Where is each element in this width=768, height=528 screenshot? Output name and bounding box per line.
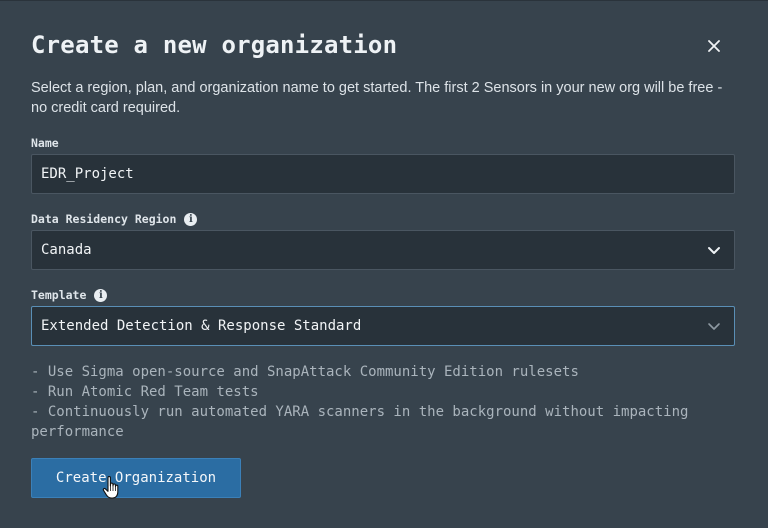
chevron-down-icon xyxy=(708,247,720,254)
name-label: Name xyxy=(31,136,59,150)
close-button[interactable] xyxy=(702,34,726,58)
template-note: - Use Sigma open-source and SnapAttack C… xyxy=(31,364,579,380)
region-select-value: Canada xyxy=(41,242,92,258)
info-icon[interactable]: i xyxy=(94,288,108,302)
name-input[interactable]: EDR_Project xyxy=(31,154,735,194)
template-note: - Continuously run automated YARA scanne… xyxy=(31,404,689,440)
close-icon xyxy=(708,40,720,52)
name-input-value: EDR_Project xyxy=(41,166,134,182)
template-note: - Run Atomic Red Team tests xyxy=(31,384,259,400)
info-icon[interactable]: i xyxy=(184,212,198,226)
chevron-down-icon xyxy=(708,323,720,330)
template-select[interactable]: Extended Detection & Response Standard xyxy=(31,306,735,346)
create-organization-button[interactable]: Create Organization xyxy=(31,458,241,498)
region-label: Data Residency Region i xyxy=(31,212,198,226)
dialog-description: Select a region, plan, and organization … xyxy=(31,80,723,116)
template-label: Template i xyxy=(31,288,108,302)
dialog-title: Create a new organization xyxy=(31,31,398,59)
template-select-value: Extended Detection & Response Standard xyxy=(41,318,362,334)
create-organization-dialog: Create a new organization Select a regio… xyxy=(0,0,768,528)
region-select[interactable]: Canada xyxy=(31,230,735,270)
template-description: - Use Sigma open-source and SnapAttack C… xyxy=(31,362,741,442)
